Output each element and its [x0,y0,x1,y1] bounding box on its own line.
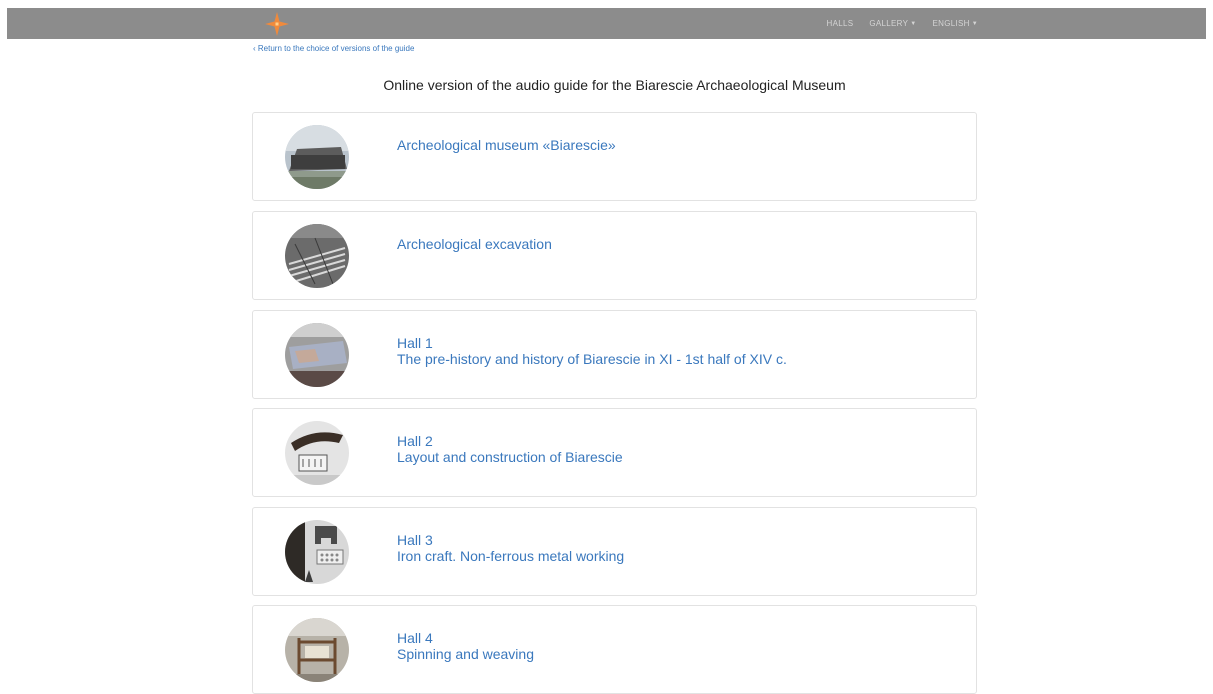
museum-building-image [285,125,349,189]
caret-down-icon: ▼ [971,20,978,27]
card-subtitle: The pre-history and history of Biarescie… [397,351,787,367]
card-subtitle: Iron craft. Non-ferrous metal working [397,548,625,564]
nav-language-dropdown[interactable]: ENGLISH ▼ [933,19,978,28]
list-item-museum[interactable]: Archeological museum «Biarescie» [252,112,977,201]
back-link[interactable]: ‹ Return to the choice of versions of th… [253,44,414,53]
page-title: Online version of the audio guide for th… [383,77,846,93]
nav-menu: HALLS GALLERY ▼ ENGLISH ▼ [827,8,978,39]
list-item-excavation[interactable]: Archeological excavation [252,211,977,300]
card-text: Archeological excavation [397,236,552,252]
card-subtitle: Layout and construction of Biarescie [397,449,623,465]
nav-halls-label: HALLS [826,19,854,28]
card-text: Hall 1 The pre-history and history of Bi… [397,335,787,367]
list-item-hall-1[interactable]: Hall 1 The pre-history and history of Bi… [252,310,977,399]
nav-gallery-label: GALLERY [869,19,909,28]
card-title: Hall 1 [397,335,433,351]
card-title: Archeological museum «Biarescie» [397,137,616,153]
list-item-hall-2[interactable]: Hall 2 Layout and construction of Biares… [252,408,977,497]
card-text: Archeological museum «Biarescie» [397,137,616,153]
hall-2-image [285,421,349,485]
card-text: Hall 2 Layout and construction of Biares… [397,433,623,465]
caret-down-icon: ▼ [910,20,917,27]
card-title: Hall 3 [397,532,433,548]
hall-1-image [285,323,349,387]
list-item-hall-3[interactable]: Hall 3 Iron craft. Non-ferrous metal wor… [252,507,977,596]
card-title: Archeological excavation [397,236,552,252]
hall-4-image [285,618,349,682]
list-item-hall-4[interactable]: Hall 4 Spinning and weaving [252,605,977,694]
top-navbar: HALLS GALLERY ▼ ENGLISH ▼ [7,8,1206,39]
nav-language-label: ENGLISH [932,19,970,28]
card-title: Hall 2 [397,433,433,449]
cross-star-logo-icon[interactable] [264,11,290,37]
excavation-image [285,224,349,288]
hall-3-image [285,520,349,584]
card-text: Hall 4 Spinning and weaving [397,630,534,662]
nav-gallery-dropdown[interactable]: GALLERY ▼ [869,19,916,28]
card-title: Hall 4 [397,630,433,646]
card-text: Hall 3 Iron craft. Non-ferrous metal wor… [397,532,624,564]
nav-halls[interactable]: HALLS [827,19,854,28]
card-subtitle: Spinning and weaving [397,646,534,662]
